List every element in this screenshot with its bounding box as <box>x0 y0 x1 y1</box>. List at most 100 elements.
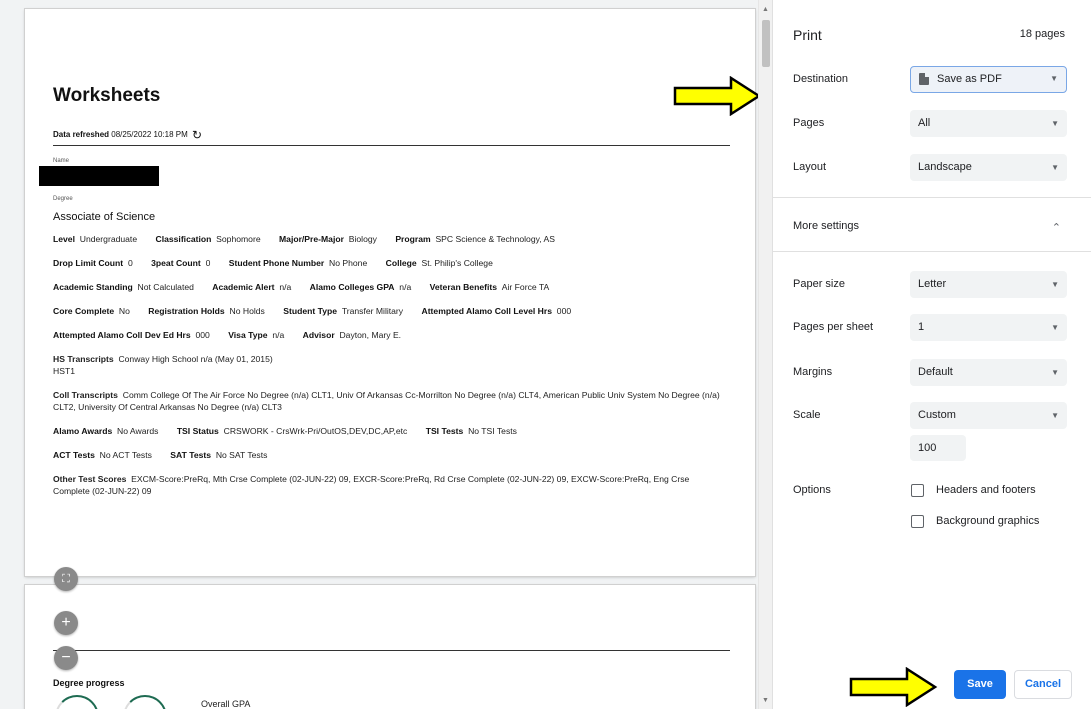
field-row: ACT Tests No ACT Tests SAT Tests No SAT … <box>53 449 723 461</box>
fit-to-page-icon[interactable]: ⛶ <box>54 567 78 591</box>
paper-size-value: Letter <box>918 278 947 290</box>
field-value: SPC Science & Technology, AS <box>435 234 556 244</box>
field-value: Biology <box>348 234 377 244</box>
layout-label: Layout <box>793 161 827 173</box>
degree-value: Associate of Science <box>53 211 156 223</box>
field-value: Air Force TA <box>501 282 550 292</box>
field-row: Drop Limit Count 0 3peat Count 0 Student… <box>53 257 723 269</box>
field-value: No Awards <box>117 426 159 436</box>
field-label: Other Test Scores <box>53 474 127 484</box>
field-item: Program SPC Science & Technology, AS <box>395 234 555 244</box>
field-value: No SAT Tests <box>215 450 268 460</box>
field-label: Veteran Benefits <box>429 282 497 292</box>
scale-select[interactable]: Custom ▼ <box>910 402 1067 429</box>
refresh-icon: ↻ <box>192 128 203 142</box>
field-label: Registration Holds <box>148 306 225 316</box>
chevron-down-icon: ▼ <box>1051 163 1059 172</box>
page-divider <box>53 650 730 651</box>
field-value: Undergraduate <box>79 234 138 244</box>
field-value: n/a <box>272 330 285 340</box>
chevron-down-icon: ▼ <box>1051 323 1059 332</box>
field-item: Attempted Alamo Coll Dev Ed Hrs 000 <box>53 330 210 340</box>
background-graphics-checkbox[interactable] <box>911 515 924 528</box>
field-item: Student Type Transfer Military <box>283 306 403 316</box>
background-graphics-label[interactable]: Background graphics <box>936 515 1039 527</box>
field-label: Program <box>395 234 431 244</box>
field-item: TSI Tests No TSI Tests <box>426 426 517 436</box>
plus-icon[interactable]: + <box>54 611 78 635</box>
field-item: College St. Philip's College <box>386 258 493 268</box>
field-value: n/a <box>279 282 292 292</box>
field-value: Dayton, Mary E. <box>339 330 402 340</box>
scroll-thumb[interactable] <box>762 20 770 67</box>
degree-progress-title: Degree progress <box>53 678 125 688</box>
preview-page-1: Worksheets Data refreshed 08/25/2022 10:… <box>25 9 762 576</box>
destination-select[interactable]: Save as PDF ▼ <box>910 66 1067 93</box>
cancel-button[interactable]: Cancel <box>1014 670 1072 699</box>
field-value: 000 <box>195 330 210 340</box>
preview-scrollbar[interactable]: ▲ ▼ <box>758 0 772 709</box>
layout-select[interactable]: Landscape ▼ <box>910 154 1067 181</box>
field-value: HST1 <box>53 366 75 376</box>
headers-footers-label[interactable]: Headers and footers <box>936 484 1036 496</box>
name-label: Name <box>53 158 70 164</box>
coll-transcripts: Coll Transcripts Comm College Of The Air… <box>53 389 723 413</box>
options-label: Options <box>793 484 831 496</box>
refresh-label: Data refreshed <box>53 130 110 139</box>
divider <box>773 197 1091 198</box>
chevron-up-icon[interactable]: ⌃ <box>1052 221 1061 234</box>
field-label: Academic Standing <box>53 282 133 292</box>
field-item: Classification Sophomore <box>156 234 261 244</box>
field-label: Core Complete <box>53 306 115 316</box>
field-value: Sophomore <box>216 234 261 244</box>
preview-page-2: Degree progress Overall GPA <box>25 585 755 709</box>
field-value: EXCM-Score:PreRq, Mth Crse Complete (02-… <box>53 474 690 496</box>
print-preview[interactable]: Worksheets Data refreshed 08/25/2022 10:… <box>0 0 772 709</box>
scale-input[interactable]: 100 <box>910 435 966 461</box>
field-row: Academic Standing Not Calculated Academi… <box>53 281 723 293</box>
scroll-down-icon[interactable]: ▼ <box>762 697 769 704</box>
chevron-down-icon: ▼ <box>1051 368 1059 377</box>
field-item: SAT Tests No SAT Tests <box>170 450 267 460</box>
scroll-up-icon[interactable]: ▲ <box>762 6 769 13</box>
field-label: Alamo Awards <box>53 426 113 436</box>
field-item: Academic Standing Not Calculated <box>53 282 194 292</box>
pages-select[interactable]: All ▼ <box>910 110 1067 137</box>
page-title: Worksheets <box>53 85 161 106</box>
save-button[interactable]: Save <box>954 670 1006 699</box>
field-label: Advisor <box>302 330 335 340</box>
field-label: ACT Tests <box>53 450 95 460</box>
field-value: 0 <box>127 258 133 268</box>
field-item: Major/Pre-Major Biology <box>279 234 377 244</box>
more-settings-toggle[interactable]: More settings <box>793 220 859 232</box>
scale-value: Custom <box>918 409 956 421</box>
field-item: Academic Alert n/a <box>212 282 291 292</box>
data-refreshed: Data refreshed 08/25/2022 10:18 PM ↻ <box>53 128 202 142</box>
field-item: ACT Tests No ACT Tests <box>53 450 152 460</box>
field-value: No Phone <box>329 258 368 268</box>
refresh-date: 08/25/2022 10:18 PM <box>111 130 188 139</box>
field-label: SAT Tests <box>170 450 212 460</box>
annotation-arrow <box>849 667 938 707</box>
pages-per-sheet-select[interactable]: 1 ▼ <box>910 314 1067 341</box>
field-value: No <box>118 306 130 316</box>
field-row: Alamo Awards No Awards TSI Status CRSWOR… <box>53 425 723 437</box>
print-settings-panel: Print 18 pages Destination Save as PDF ▼… <box>772 0 1091 709</box>
progress-gauge <box>123 695 167 709</box>
field-value: 000 <box>556 306 572 316</box>
field-value: Transfer Military <box>341 306 404 316</box>
chevron-down-icon: ▼ <box>1051 411 1059 420</box>
field-label: Level <box>53 234 75 244</box>
field-item: Advisor Dayton, Mary E. <box>303 330 401 340</box>
margins-select[interactable]: Default ▼ <box>910 359 1067 386</box>
minus-icon[interactable]: − <box>54 646 78 670</box>
headers-footers-checkbox[interactable] <box>911 484 924 497</box>
field-label: 3peat Count <box>151 258 201 268</box>
field-row: Attempted Alamo Coll Dev Ed Hrs 000 Visa… <box>53 329 723 341</box>
paper-size-select[interactable]: Letter ▼ <box>910 271 1067 298</box>
field-item: Level Undergraduate <box>53 234 137 244</box>
field-item: Drop Limit Count 0 <box>53 258 133 268</box>
field-label: Drop Limit Count <box>53 258 124 268</box>
field-item: Visa Type n/a <box>228 330 284 340</box>
field-label: College <box>385 258 417 268</box>
